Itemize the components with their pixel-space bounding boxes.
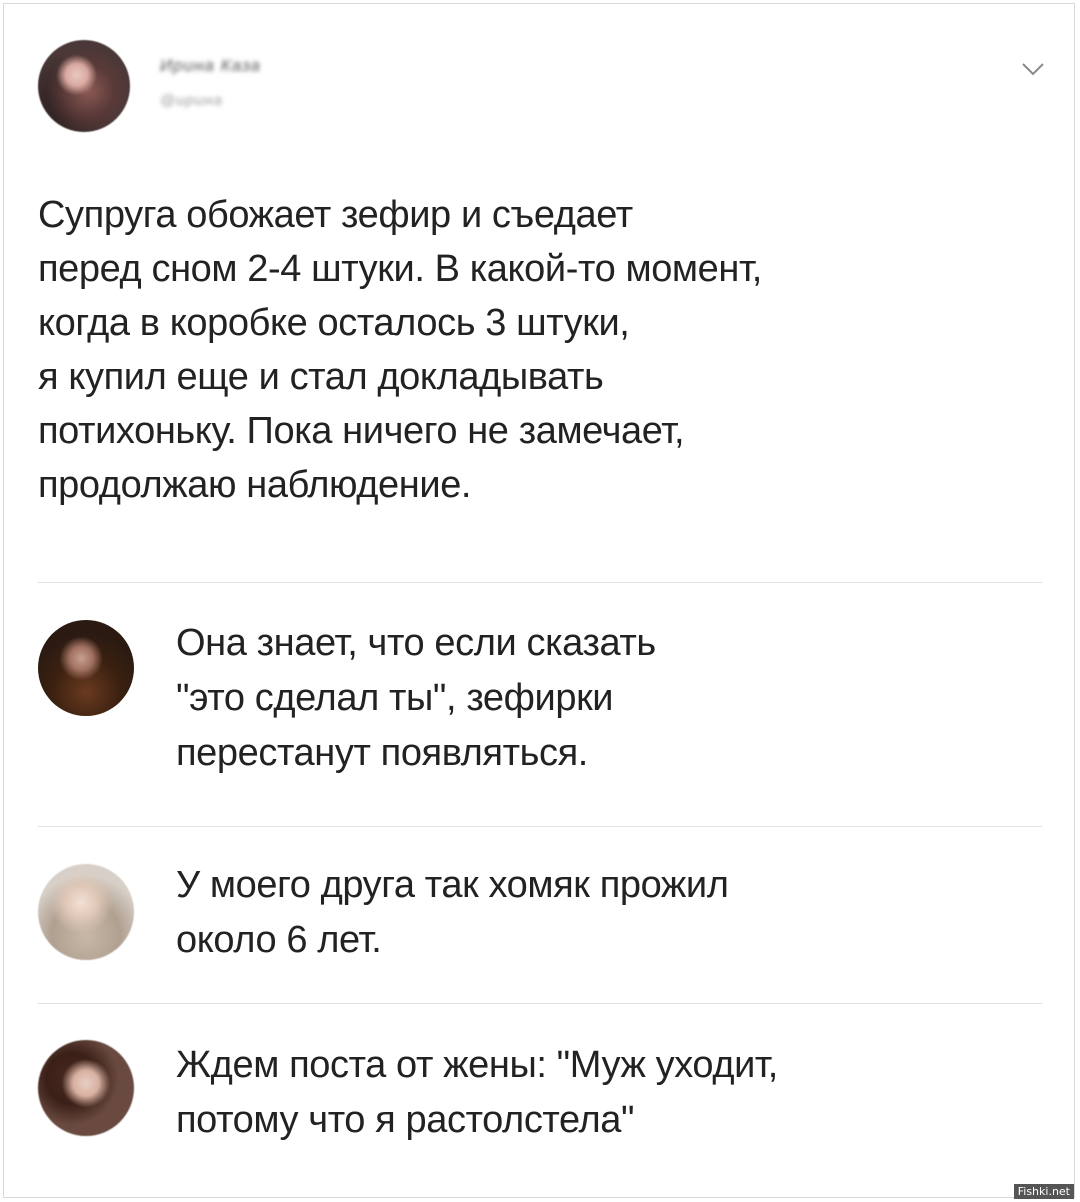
reply-text: Она знает, что если сказать "это сделал … bbox=[176, 616, 1056, 781]
reply-text-line: Ждем поста от жены: "Муж уходит, bbox=[176, 1044, 778, 1086]
watermark: Fishki.net bbox=[1013, 1184, 1074, 1199]
reply-text: У моего друга так хомяк прожил около 6 л… bbox=[176, 858, 1056, 968]
post-text-line: я купил еще и стал докладывать bbox=[38, 356, 604, 398]
divider bbox=[38, 826, 1042, 827]
author-avatar[interactable] bbox=[38, 40, 130, 132]
author-handle[interactable]: @ирина bbox=[160, 92, 223, 109]
reply-text-line: Она знает, что если сказать bbox=[176, 622, 656, 664]
reply-text-line: около 6 лет. bbox=[176, 919, 382, 961]
chevron-down-icon[interactable] bbox=[1018, 54, 1048, 84]
post-text-line: когда в коробке осталось 3 штуки, bbox=[38, 302, 630, 344]
reply-avatar[interactable] bbox=[38, 620, 134, 716]
reply-text-line: "это сделал ты", зефирки bbox=[176, 677, 614, 719]
post-text-line: перед сном 2-4 штуки. В какой-то момент, bbox=[38, 248, 762, 290]
post-text-line: потихоньку. Пока ничего не замечает, bbox=[38, 410, 685, 452]
divider bbox=[38, 1003, 1042, 1004]
post-card bbox=[3, 3, 1075, 1198]
reply-text-line: У моего друга так хомяк прожил bbox=[176, 864, 729, 906]
reply-text: Ждем поста от жены: "Муж уходит, потому … bbox=[176, 1038, 1056, 1148]
divider bbox=[38, 582, 1042, 583]
reply-avatar[interactable] bbox=[38, 864, 134, 960]
post-text-line: продолжаю наблюдение. bbox=[38, 464, 472, 506]
reply-text-line: потому что я растолстела" bbox=[176, 1099, 635, 1141]
post-header: Ирина Каза @ирина bbox=[38, 40, 1048, 140]
post-text: Супруга обожает зефир и съедает перед сн… bbox=[38, 188, 1038, 512]
author-name[interactable]: Ирина Каза bbox=[160, 56, 261, 76]
reply-avatar[interactable] bbox=[38, 1040, 134, 1136]
reply-text-line: перестанут появляться. bbox=[176, 732, 588, 774]
post-text-line: Супруга обожает зефир и съедает bbox=[38, 194, 633, 236]
